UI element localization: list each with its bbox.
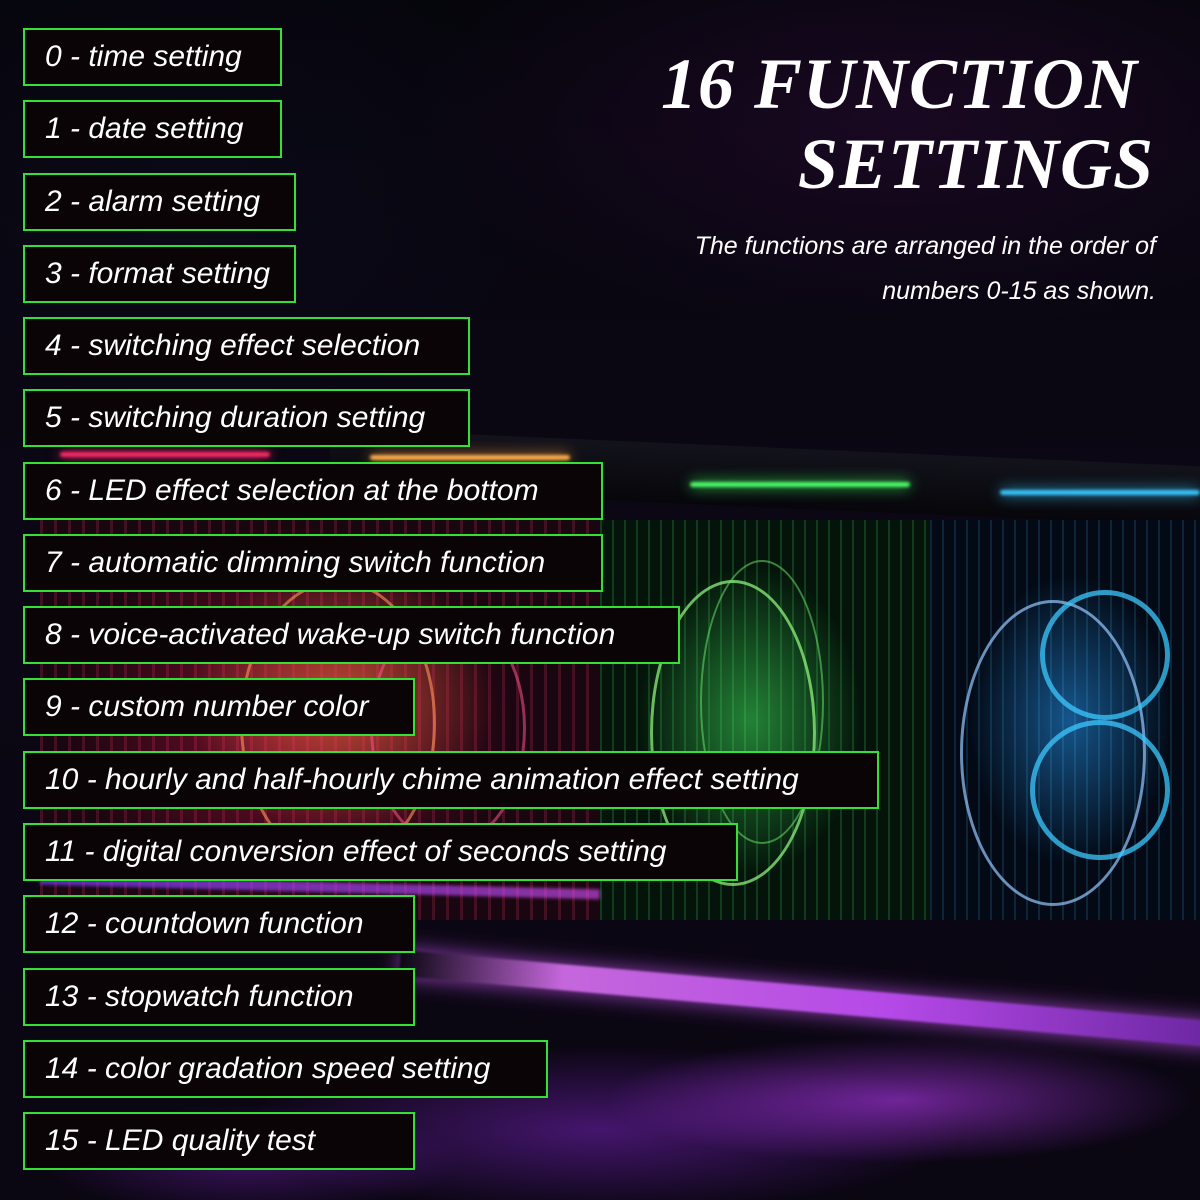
subtitle-line-2: numbers 0-15 as shown. — [882, 277, 1156, 305]
function-item-5: 5 - switching duration setting — [23, 389, 470, 447]
function-item-9: 9 - custom number color — [23, 678, 415, 736]
function-item-12: 12 - countdown function — [23, 895, 415, 953]
function-item-7: 7 - automatic dimming switch function — [23, 534, 603, 592]
function-item-11: 11 - digital conversion effect of second… — [23, 823, 738, 881]
function-item-2: 2 - alarm setting — [23, 173, 296, 231]
function-item-15: 15 - LED quality test — [23, 1112, 415, 1170]
glow-line-green — [690, 482, 910, 487]
function-item-10: 10 - hourly and half-hourly chime animat… — [23, 751, 879, 809]
function-item-0: 0 - time setting — [23, 28, 282, 86]
function-item-6: 6 - LED effect selection at the bottom — [23, 462, 603, 520]
glow-line-red — [60, 452, 270, 457]
glow-line-amber — [370, 455, 570, 460]
page-title: 16 FUNCTION SETTINGS — [661, 48, 1154, 200]
subtitle: The functions are arranged in the order … — [695, 224, 1156, 314]
function-item-4: 4 - switching effect selection — [23, 317, 470, 375]
digit-ring — [1040, 590, 1170, 720]
title-line-1: 16 FUNCTION — [660, 44, 1138, 124]
digit-ring — [1030, 720, 1170, 860]
title-line-2: SETTINGS — [797, 124, 1154, 204]
function-item-13: 13 - stopwatch function — [23, 968, 415, 1026]
function-item-1: 1 - date setting — [23, 100, 282, 158]
clock-tube-cyan — [930, 520, 1200, 920]
function-item-3: 3 - format setting — [23, 245, 296, 303]
function-item-8: 8 - voice-activated wake-up switch funct… — [23, 606, 680, 664]
function-item-14: 14 - color gradation speed setting — [23, 1040, 548, 1098]
subtitle-line-1: The functions are arranged in the order … — [694, 232, 1156, 260]
glow-line-cyan — [1000, 490, 1200, 495]
